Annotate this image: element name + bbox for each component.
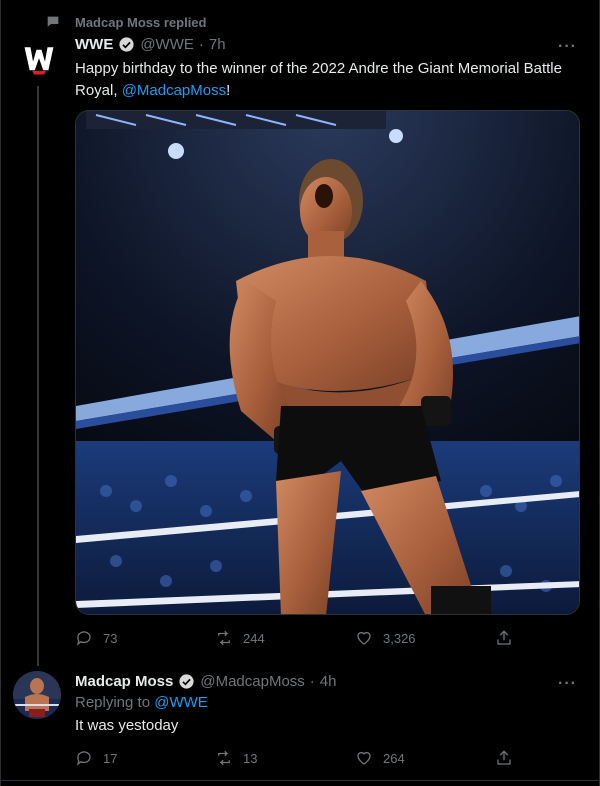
retweet-icon bbox=[218, 630, 230, 646]
separator-dot: · bbox=[309, 673, 315, 690]
display-name[interactable]: Madcap Moss bbox=[75, 673, 173, 690]
more-options-button[interactable]: ··· bbox=[558, 675, 577, 693]
wrestler-photo bbox=[76, 111, 579, 614]
tweet-thread: Madcap Moss replied WWE @WWE · 7h ··· Ha… bbox=[0, 0, 600, 786]
reply-icon bbox=[76, 631, 91, 646]
handle[interactable]: @WWE bbox=[140, 36, 194, 53]
retweet-button[interactable]: 244 bbox=[215, 629, 325, 647]
wwe-logo bbox=[24, 47, 54, 75]
share-button[interactable] bbox=[495, 749, 515, 767]
reply-context-label: Madcap Moss replied bbox=[75, 14, 207, 30]
separator-dot: · bbox=[198, 36, 204, 53]
avatar[interactable] bbox=[17, 38, 61, 82]
like-count: 3,326 bbox=[383, 630, 416, 646]
madcap-moss-avatar-image bbox=[13, 671, 61, 719]
like-count: 264 bbox=[383, 750, 405, 766]
tweet-text-end: ! bbox=[226, 82, 231, 99]
thread-connector-line bbox=[37, 86, 39, 666]
share-icon bbox=[497, 630, 511, 645]
like-button[interactable]: 3,326 bbox=[355, 629, 465, 647]
tweet-text: Happy birthday to the winner of the 2022… bbox=[75, 58, 585, 102]
reply-count: 17 bbox=[103, 750, 118, 766]
retweet-count: 13 bbox=[243, 750, 258, 766]
mention-link[interactable]: @WWE bbox=[154, 694, 208, 711]
avatar[interactable] bbox=[13, 671, 61, 719]
replying-to: Replying to @WWE bbox=[75, 694, 208, 711]
like-button[interactable]: 264 bbox=[355, 749, 465, 767]
heart-icon bbox=[357, 751, 371, 765]
reply-icon bbox=[76, 751, 91, 766]
reply-button[interactable]: 73 bbox=[75, 629, 185, 647]
retweet-count: 244 bbox=[243, 630, 265, 646]
tweet-text: It was yestoday bbox=[75, 717, 179, 734]
replying-to-label: Replying to bbox=[75, 694, 155, 711]
heart-icon bbox=[357, 631, 371, 645]
verified-badge-icon bbox=[179, 674, 194, 689]
speech-bubble-icon bbox=[47, 16, 59, 27]
more-options-button[interactable]: ··· bbox=[558, 38, 577, 56]
timestamp[interactable]: 7h bbox=[209, 36, 226, 53]
reply-button[interactable]: 17 bbox=[75, 749, 185, 767]
handle[interactable]: @MadcapMoss bbox=[200, 673, 304, 690]
reply-context: Madcap Moss replied bbox=[45, 14, 206, 30]
tweet-actions: 17 13 264 bbox=[75, 749, 515, 767]
share-icon bbox=[497, 750, 511, 765]
share-button[interactable] bbox=[495, 629, 515, 647]
display-name[interactable]: WWE bbox=[75, 36, 113, 53]
retweet-icon bbox=[218, 750, 230, 766]
mention-link[interactable]: @MadcapMoss bbox=[122, 82, 226, 99]
tweet-photo[interactable] bbox=[75, 110, 580, 615]
retweet-button[interactable]: 13 bbox=[215, 749, 325, 767]
tweet-header: WWE @WWE · 7h bbox=[75, 36, 226, 53]
tweet-actions: 73 244 3,326 bbox=[75, 629, 515, 647]
verified-badge-icon bbox=[119, 37, 134, 52]
reply-count: 73 bbox=[103, 630, 118, 646]
tweet-header: Madcap Moss @MadcapMoss · 4h bbox=[75, 673, 336, 690]
divider bbox=[1, 780, 599, 781]
timestamp[interactable]: 4h bbox=[320, 673, 337, 690]
